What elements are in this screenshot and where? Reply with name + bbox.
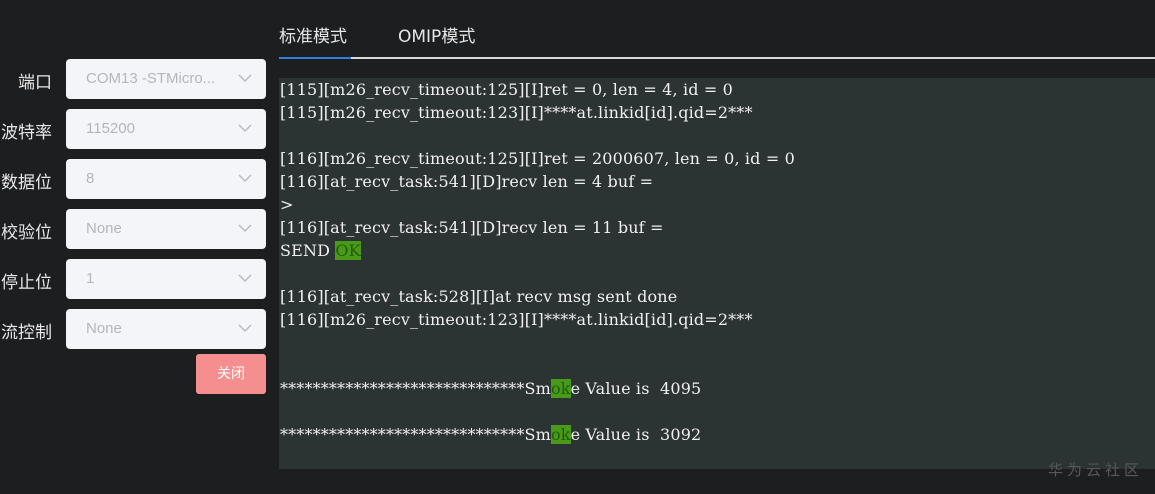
settings-row-parity: 校验位 None [0,209,270,249]
settings-row-baud-rate: 波特率 115200 [0,109,270,149]
settings-row-port: 端口 COM13 -STMicro... [0,59,270,99]
console-text: [116][m26_recv_timeout:123][I]****at.lin… [280,310,753,329]
console-text: e Value is 4095 [570,379,702,398]
chevron-down-icon [238,174,252,183]
active-tab-indicator [279,57,351,59]
tab-omip-mode[interactable]: OMIP模式 [398,22,475,47]
console-line: > [280,193,294,216]
watermark: 华为云社区 [1047,461,1143,479]
chevron-down-icon [238,124,252,133]
chevron-down-icon [238,274,252,283]
console-line: [116][at_recv_task:528][I]at recv msg se… [280,285,677,308]
stop-bits-label: 停止位 [1,273,52,293]
baud-rate-select[interactable]: 115200 [66,109,266,149]
parity-value: None [86,220,122,237]
tab-divider [279,57,1155,59]
port-value: COM13 -STMicro... [86,70,216,87]
port-label: 端口 [18,73,52,93]
console-line: [116][at_recv_task:541][D]recv len = 11 … [280,216,664,239]
serial-settings-panel: 端口 COM13 -STMicro... 波特率 115200 数据位 8 校验… [0,0,275,494]
console-text: e Value is 3092 [570,425,702,444]
flow-control-value: None [86,320,122,337]
console-text: [116][at_recv_task:541][D]recv len = 4 b… [280,172,654,191]
port-select[interactable]: COM13 -STMicro... [66,59,266,99]
stop-bits-value: 1 [86,270,95,287]
console-text: [115][m26_recv_timeout:125][I]ret = 0, l… [280,80,733,99]
console-line: [116][m26_recv_timeout:125][I]ret = 2000… [280,147,795,170]
console-text: [115][m26_recv_timeout:123][I]****at.lin… [280,103,753,122]
highlighted-text: ok [550,379,571,398]
chevron-down-icon [238,224,252,233]
close-port-button[interactable]: 关闭 [196,354,266,394]
console-line: [116][at_recv_task:541][D]recv len = 4 b… [280,170,653,193]
tab-standard-mode[interactable]: 标准模式 [279,22,347,47]
console-text: ******************************Sm [280,379,551,398]
chevron-down-icon [238,74,252,83]
serial-tool-window: 标准模式 OMIP模式 端口 COM13 -STMicro... 波特率 115… [0,0,1155,494]
console-line: [115][m26_recv_timeout:123][I]****at.lin… [280,101,753,124]
baud-rate-value: 115200 [86,120,135,137]
console-line: [116][m26_recv_timeout:123][I]****at.lin… [280,308,753,331]
baud-rate-label: 波特率 [1,123,52,143]
settings-row-data-bits: 数据位 8 [0,159,270,199]
parity-select[interactable]: None [66,209,266,249]
console-line: ******************************Smoke Valu… [280,423,701,446]
console-line: SEND OK [280,239,361,262]
parity-label: 校验位 [1,223,52,243]
data-bits-select[interactable]: 8 [66,159,266,199]
settings-row-flow-control: 流控制 None [0,309,270,349]
stop-bits-select[interactable]: 1 [66,259,266,299]
console-line: [115][m26_recv_timeout:125][I]ret = 0, l… [280,78,733,101]
highlighted-text: OK [335,241,361,260]
flow-control-label: 流控制 [1,323,52,343]
console-text: [116][at_recv_task:528][I]at recv msg se… [280,287,678,306]
settings-row-stop-bits: 停止位 1 [0,259,270,299]
flow-control-select[interactable]: None [66,309,266,349]
console-line: ******************************Smoke Valu… [280,377,701,400]
console-text: > [280,195,294,214]
data-bits-label: 数据位 [1,173,52,193]
serial-output-console[interactable]: [115][m26_recv_timeout:125][I]ret = 0, l… [279,78,1155,469]
mode-tabs: 标准模式 OMIP模式 [279,0,1155,60]
chevron-down-icon [238,324,252,333]
console-text: [116][at_recv_task:541][D]recv len = 11 … [280,218,664,237]
console-text: ******************************Sm [280,425,551,444]
console-text: SEND [280,241,336,260]
data-bits-value: 8 [86,170,95,187]
highlighted-text: ok [550,425,571,444]
console-text: [116][m26_recv_timeout:125][I]ret = 2000… [280,149,795,168]
